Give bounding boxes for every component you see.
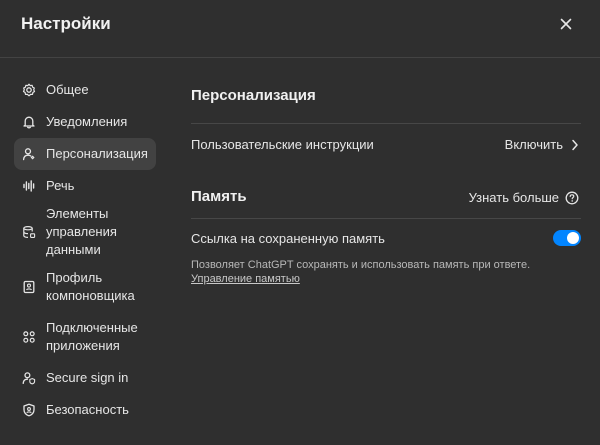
sidebar-item-label: Общее bbox=[46, 82, 89, 97]
database-icon bbox=[22, 225, 36, 239]
custom-instructions-label: Пользовательские инструкции bbox=[191, 137, 374, 152]
sidebar-item-label: Подключенные приложения bbox=[46, 320, 138, 353]
sidebar-item-label: Речь bbox=[46, 178, 75, 193]
dialog-header: Настройки bbox=[0, 0, 600, 50]
custom-instructions-enable-button[interactable]: Включить bbox=[505, 137, 579, 152]
sidebar-item-general[interactable]: Общее bbox=[14, 74, 156, 106]
chevron-right-icon bbox=[571, 139, 579, 151]
sidebar-item-secure-sign-in[interactable]: Secure sign in bbox=[14, 362, 156, 394]
toggle-knob bbox=[567, 232, 579, 244]
bell-icon bbox=[22, 115, 36, 129]
sidebar-item-data-controls[interactable]: Элементы управления данными bbox=[14, 202, 156, 262]
question-circle-icon bbox=[565, 191, 579, 205]
memory-reference-label: Ссылка на сохраненную память bbox=[191, 231, 385, 246]
memory-section-title: Память bbox=[191, 188, 247, 205]
shield-icon bbox=[22, 403, 36, 417]
page-title: Настройки bbox=[21, 14, 111, 33]
sidebar-item-label: Уведомления bbox=[46, 114, 128, 129]
sidebar-item-notifications[interactable]: Уведомления bbox=[14, 106, 156, 138]
sidebar-item-label: Безопасность bbox=[46, 402, 129, 417]
gear-icon bbox=[22, 83, 36, 97]
memory-reference-toggle[interactable] bbox=[553, 230, 581, 246]
person-icon bbox=[22, 147, 36, 161]
learn-more-label: Узнать больше bbox=[468, 190, 559, 205]
sidebar-item-label: Персонализация bbox=[46, 146, 148, 161]
header-divider bbox=[0, 57, 600, 58]
sidebar-item-security[interactable]: Безопасность bbox=[14, 394, 156, 426]
sidebar-item-label: Профиль компоновщика bbox=[46, 270, 135, 303]
enable-label: Включить bbox=[504, 137, 563, 152]
waveform-icon bbox=[22, 179, 36, 193]
sidebar-item-builder-profile[interactable]: Профиль компоновщика bbox=[14, 262, 156, 312]
sidebar-item-personalization[interactable]: Персонализация bbox=[14, 138, 156, 170]
memory-description: Позволяет ChatGPT сохранять и использова… bbox=[191, 259, 531, 271]
settings-sidebar: Общее Уведомления Персонализация Речь Эл… bbox=[14, 74, 156, 426]
apps-grid-icon bbox=[22, 330, 36, 344]
personalization-section-title: Персонализация bbox=[191, 87, 316, 104]
sidebar-item-speech[interactable]: Речь bbox=[14, 170, 156, 202]
section-divider bbox=[191, 218, 581, 219]
close-icon[interactable] bbox=[557, 15, 575, 33]
manage-memory-link[interactable]: Управление памятью bbox=[191, 273, 300, 285]
person-shield-icon bbox=[22, 371, 36, 385]
id-card-icon bbox=[22, 280, 36, 294]
sidebar-item-label: Secure sign in bbox=[46, 370, 129, 385]
learn-more-link[interactable]: Узнать больше bbox=[469, 190, 579, 205]
sidebar-item-label: Элементы управления данными bbox=[46, 206, 117, 257]
section-divider bbox=[191, 123, 581, 124]
sidebar-item-connected-apps[interactable]: Подключенные приложения bbox=[14, 312, 156, 362]
